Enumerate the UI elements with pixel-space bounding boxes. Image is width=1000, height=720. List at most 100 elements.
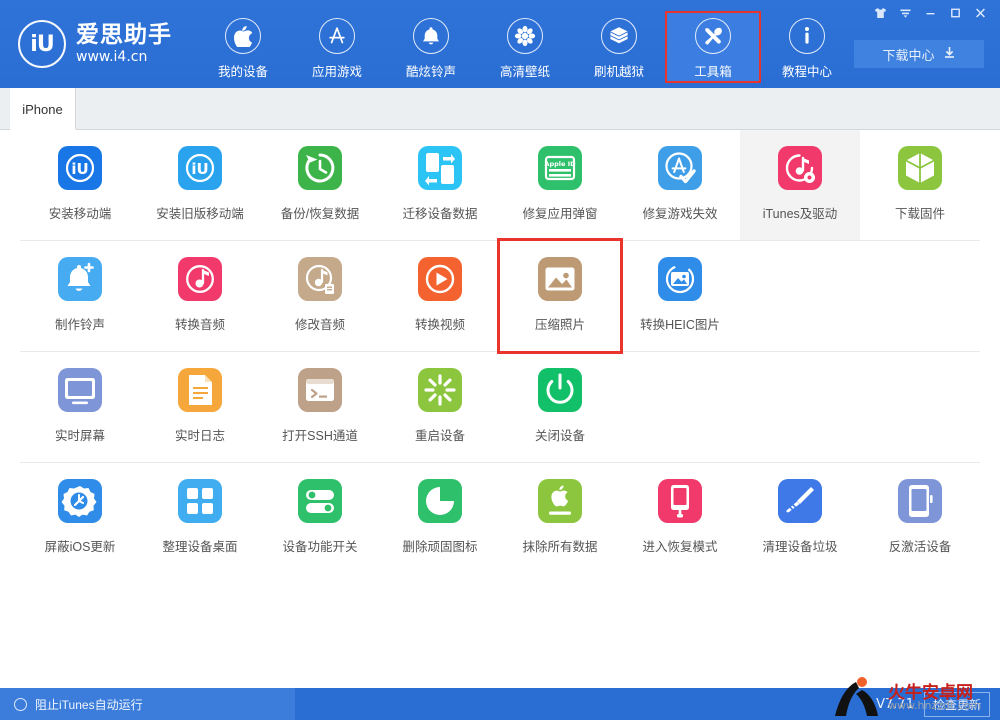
maximize-icon[interactable] bbox=[944, 2, 967, 24]
terminal-icon bbox=[298, 368, 342, 412]
heic-photo-icon bbox=[658, 257, 702, 301]
appstore-icon bbox=[319, 18, 355, 54]
minimize-icon[interactable] bbox=[919, 2, 942, 24]
tool-item[interactable]: iU 安装移动端 bbox=[20, 130, 140, 240]
apple-erase-icon bbox=[538, 479, 582, 523]
tool-item[interactable]: 设备功能开关 bbox=[260, 463, 380, 573]
flower-icon bbox=[507, 18, 543, 54]
menu-icon[interactable] bbox=[894, 2, 917, 24]
window-controls bbox=[869, 2, 992, 24]
skin-icon[interactable] bbox=[869, 2, 892, 24]
tool-item[interactable]: 关闭设备 bbox=[500, 352, 620, 462]
recovery-mode-icon bbox=[658, 479, 702, 523]
tool-item[interactable]: 进入恢复模式 bbox=[620, 463, 740, 573]
nav-item-label: 高清壁纸 bbox=[499, 65, 550, 79]
tool-item-label: 转换音频 bbox=[174, 318, 225, 332]
download-center-label: 下载中心 bbox=[882, 47, 935, 63]
tool-item[interactable]: 迁移设备数据 bbox=[380, 130, 500, 240]
tool-item[interactable]: iTunes及驱动 bbox=[740, 130, 860, 240]
nav-item-label: 工具箱 bbox=[694, 65, 732, 79]
tool-item[interactable]: 转换音频 bbox=[140, 241, 260, 351]
tool-item-label: 压缩照片 bbox=[534, 318, 585, 332]
nav-item-2[interactable]: 应用游戏 bbox=[290, 12, 384, 82]
close-icon[interactable] bbox=[969, 2, 992, 24]
nav-item-3[interactable]: 酷炫铃声 bbox=[384, 12, 478, 82]
checkbox-icon bbox=[14, 697, 27, 711]
tool-item[interactable]: 压缩照片 bbox=[497, 238, 623, 354]
document-icon bbox=[178, 368, 222, 412]
site-watermark: 火牛安卓网 www.hnzzdt.com bbox=[826, 676, 996, 720]
tool-item-label: 整理设备桌面 bbox=[162, 540, 238, 554]
video-play-icon bbox=[418, 257, 462, 301]
tools-icon bbox=[695, 18, 731, 54]
power-icon bbox=[538, 368, 582, 412]
download-icon bbox=[943, 46, 956, 62]
restart-icon bbox=[418, 368, 462, 412]
tool-item[interactable]: 清理设备垃圾 bbox=[740, 463, 860, 573]
pie-icon bbox=[418, 479, 462, 523]
bell-plus-icon bbox=[58, 257, 102, 301]
nav-item-7[interactable]: 教程中心 bbox=[760, 12, 854, 82]
migrate-icon bbox=[418, 146, 462, 190]
tool-item[interactable]: 转换视频 bbox=[380, 241, 500, 351]
audio-note-icon bbox=[178, 257, 222, 301]
block-itunes-label: 阻止iTunes自动运行 bbox=[35, 697, 143, 712]
tool-item[interactable]: 实时屏幕 bbox=[20, 352, 140, 462]
tool-item[interactable]: 转换HEIC图片 bbox=[620, 241, 740, 351]
tool-item-label: 进入恢复模式 bbox=[642, 540, 718, 554]
download-center-button[interactable]: 下载中心 bbox=[854, 40, 984, 68]
tool-item[interactable]: iU 安装旧版移动端 bbox=[140, 130, 260, 240]
toolbox-row-3: 实时屏幕 实时日志 打开SSH通道 重启设备 关闭设备 bbox=[20, 352, 980, 462]
tool-item[interactable]: 修改音频 bbox=[260, 241, 380, 351]
tool-item[interactable]: 下载固件 bbox=[860, 130, 980, 240]
tool-item[interactable]: 备份/恢复数据 bbox=[260, 130, 380, 240]
svg-text:iU: iU bbox=[71, 160, 88, 178]
nav-item-5[interactable]: 刷机越狱 bbox=[572, 12, 666, 82]
tool-item[interactable]: 制作铃声 bbox=[20, 241, 140, 351]
tool-item-label: 打开SSH通道 bbox=[282, 429, 358, 443]
tool-item-label: 设备功能开关 bbox=[282, 540, 358, 554]
photo-icon bbox=[538, 257, 582, 301]
tool-item-label: 实时日志 bbox=[174, 429, 225, 443]
toolbox-row-cells: 实时屏幕 实时日志 打开SSH通道 重启设备 关闭设备 bbox=[20, 352, 980, 462]
bell-icon bbox=[413, 18, 449, 54]
tool-item-label: 反激活设备 bbox=[888, 540, 952, 554]
tool-item[interactable]: 打开SSH通道 bbox=[260, 352, 380, 462]
tool-item-label: 转换HEIC图片 bbox=[640, 318, 720, 332]
cube-icon bbox=[898, 146, 942, 190]
tool-item[interactable]: 实时日志 bbox=[140, 352, 260, 462]
tool-item-label: 清理设备垃圾 bbox=[762, 540, 838, 554]
nav-item-6[interactable]: 工具箱 bbox=[665, 11, 761, 83]
tool-item[interactable]: Apple ID 修复应用弹窗 bbox=[500, 130, 620, 240]
backup-restore-icon bbox=[298, 146, 342, 190]
watermark-url: www.hnzzdt.com bbox=[888, 699, 982, 712]
device-tabstrip: iPhone bbox=[0, 88, 1000, 131]
tool-item[interactable]: 抹除所有数据 bbox=[500, 463, 620, 573]
tool-item-label: 实时屏幕 bbox=[54, 429, 105, 443]
info-icon bbox=[789, 18, 825, 54]
block-itunes-checkbox[interactable]: 阻止iTunes自动运行 bbox=[0, 688, 295, 720]
tab-iphone[interactable]: iPhone bbox=[10, 88, 76, 130]
appleid-icon: Apple ID bbox=[538, 146, 582, 190]
tool-item[interactable]: 屏蔽iOS更新 bbox=[20, 463, 140, 573]
tool-item-label: 修改音频 bbox=[294, 318, 345, 332]
nav-item-4[interactable]: 高清壁纸 bbox=[478, 12, 572, 82]
logo-title: 爱思助手 bbox=[76, 21, 172, 47]
svg-text:Apple ID: Apple ID bbox=[544, 160, 576, 168]
nav-item-1[interactable]: 我的设备 bbox=[196, 12, 290, 82]
tool-item[interactable]: 重启设备 bbox=[380, 352, 500, 462]
tool-item[interactable]: 整理设备桌面 bbox=[140, 463, 260, 573]
tool-item[interactable]: 反激活设备 bbox=[860, 463, 980, 573]
block-update-icon bbox=[58, 479, 102, 523]
tool-item-label: 关闭设备 bbox=[534, 429, 585, 443]
tool-item[interactable]: 删除顽固图标 bbox=[380, 463, 500, 573]
app-logo[interactable]: iU 爱思助手 www.i4.cn bbox=[18, 20, 172, 68]
tool-item-label: 修复应用弹窗 bbox=[522, 207, 598, 221]
tool-item[interactable]: 修复游戏失效 bbox=[620, 130, 740, 240]
logo-mark-icon: iU bbox=[18, 20, 66, 68]
nav-item-label: 教程中心 bbox=[781, 65, 832, 79]
toolbox-row-2: 制作铃声 转换音频 修改音频 转换视频 压缩照片 转换HEIC图片 bbox=[20, 238, 980, 354]
tool-item-label: 安装旧版移动端 bbox=[156, 207, 244, 221]
openbox-icon bbox=[601, 18, 637, 54]
tool-item-label: 迁移设备数据 bbox=[402, 207, 478, 221]
